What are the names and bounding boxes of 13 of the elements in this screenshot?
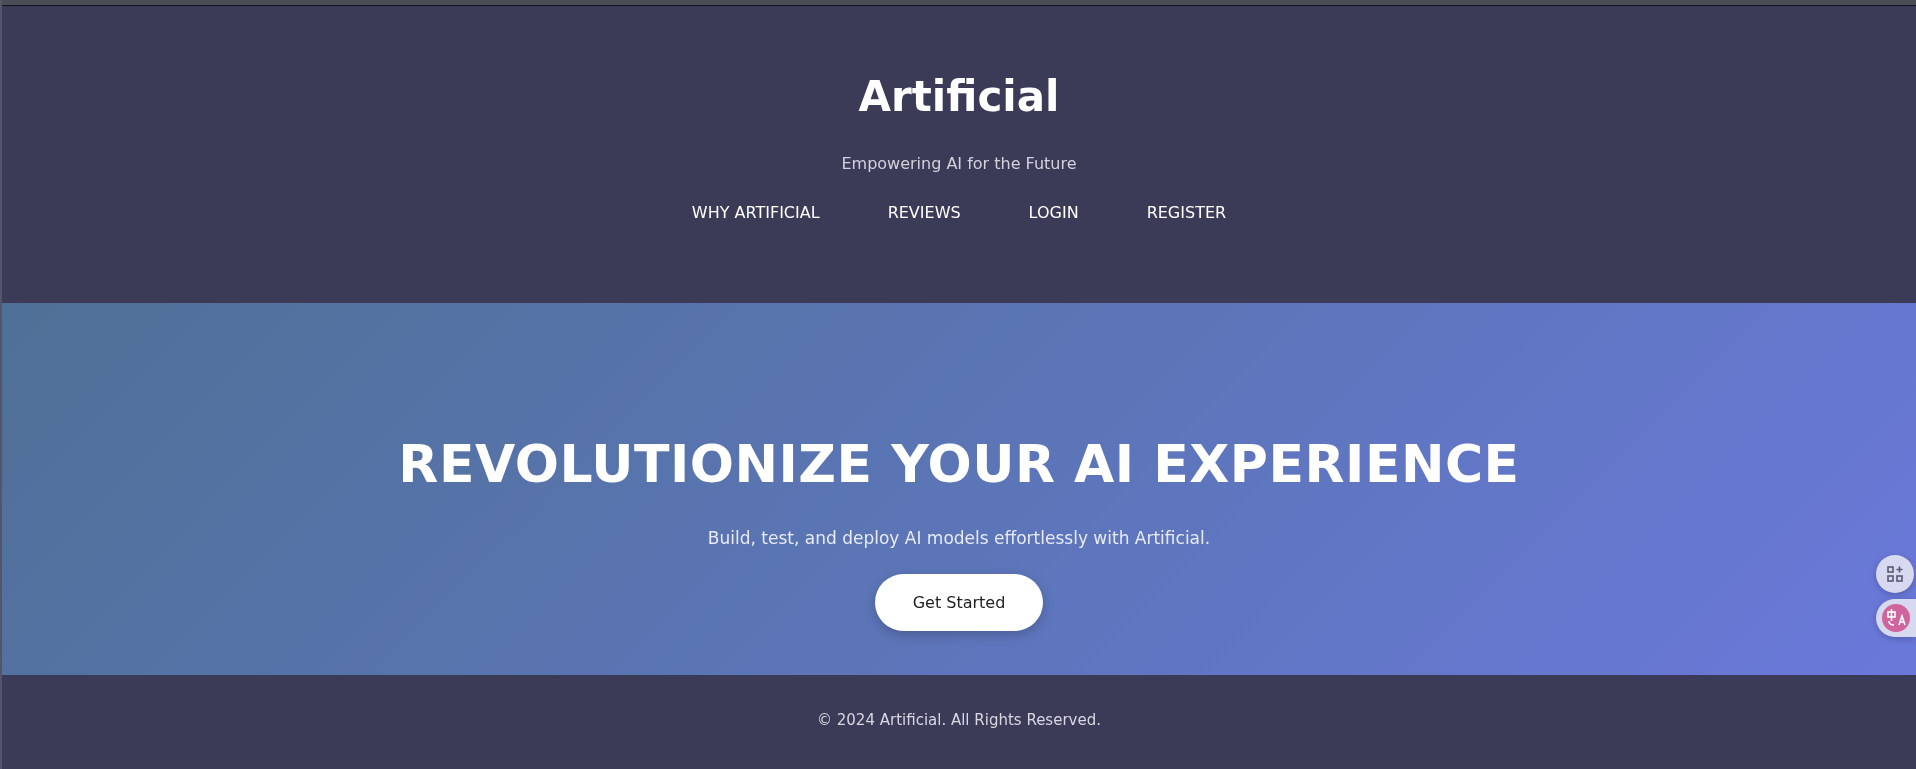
translate-icon — [1882, 604, 1910, 632]
nav-link[interactable]: WHY ARTIFICIAL — [691, 203, 820, 222]
get-started-button[interactable]: Get Started — [875, 574, 1043, 631]
translate-button[interactable] — [1876, 599, 1916, 637]
grid-plus-icon — [1886, 565, 1904, 583]
nav-link[interactable]: REVIEWS — [887, 203, 961, 222]
nav-link[interactable]: LOGIN — [1028, 203, 1079, 222]
tagline: Empowering AI for the Future — [841, 154, 1077, 173]
copyright-text: © 2024 Artificial. All Rights Reserved. — [817, 711, 1101, 729]
site-title: Artificial — [858, 76, 1060, 118]
hero-heading: REVOLUTIONIZE YOUR AI EXPERIENCE — [398, 438, 1520, 490]
nav-link[interactable]: REGISTER — [1146, 203, 1227, 222]
hero-subheading: Build, test, and deploy AI models effortlessly with Artificial. — [707, 528, 1211, 548]
